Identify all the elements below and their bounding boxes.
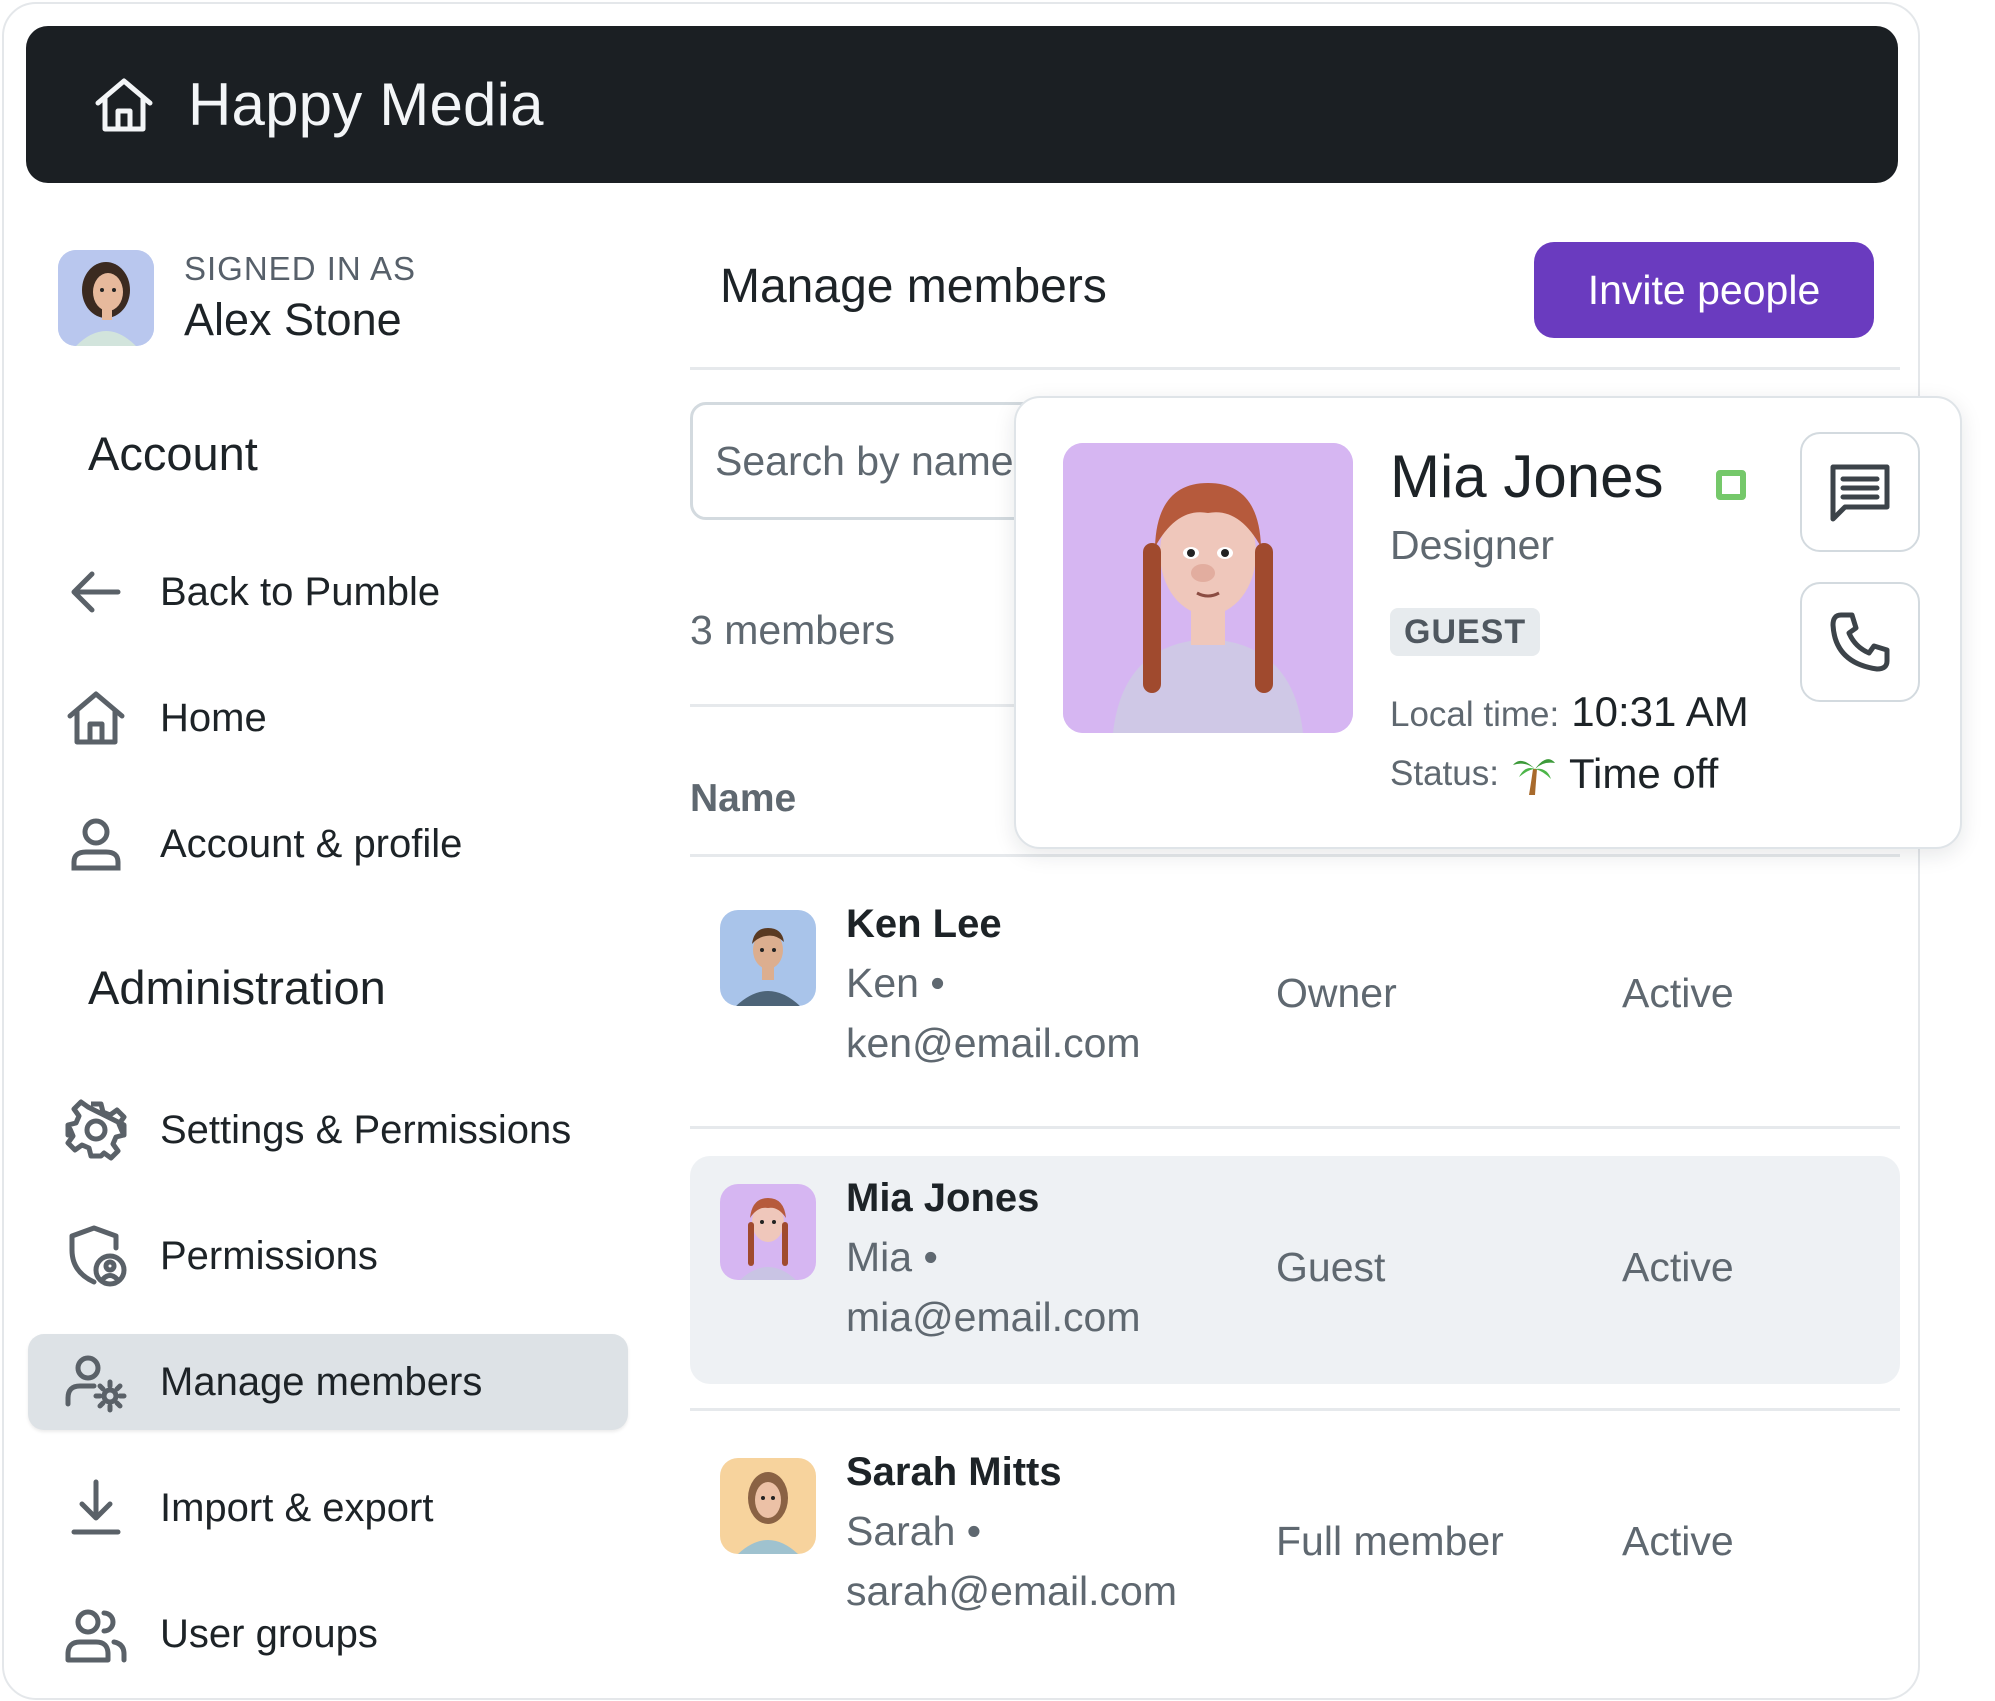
arrow-left-icon	[71, 571, 121, 613]
table-row[interactable]: Ken Lee Ken • ken@email.com Owner Active	[690, 882, 1900, 1110]
nav-home[interactable]: Home	[28, 670, 628, 766]
phone-icon	[1830, 612, 1890, 672]
nav-settings-permissions[interactable]: Settings & Permissions	[28, 1082, 628, 1178]
workspace-header: Happy Media	[26, 26, 1898, 183]
local-time-row: Local time: 10:31 AM	[1390, 688, 1749, 736]
signed-in-name: Alex Stone	[184, 294, 402, 345]
page-title: Manage members	[720, 260, 1107, 313]
member-status: Active	[1622, 970, 1734, 1016]
member-count: 3 members	[690, 607, 896, 653]
section-title-administration: Administration	[88, 961, 386, 1014]
home-icon	[95, 78, 153, 131]
member-display-name: Ken •	[846, 960, 945, 1006]
avatar	[720, 1184, 816, 1280]
status-value: Time off	[1568, 750, 1719, 797]
users-icon	[65, 1609, 127, 1663]
divider	[690, 854, 1900, 857]
home-icon	[67, 691, 125, 745]
presence-indicator	[1716, 470, 1746, 500]
avatar	[58, 250, 154, 346]
nav-label: Permissions	[160, 1233, 378, 1278]
table-row[interactable]: Sarah Mitts Sarah • sarah@email.com Full…	[690, 1430, 1900, 1658]
column-header-name: Name	[690, 777, 797, 820]
member-display-name: Mia •	[846, 1234, 938, 1280]
user-gear-icon	[65, 1355, 127, 1413]
nav-import-export[interactable]: Import & export	[28, 1460, 628, 1556]
nav-label: Settings & Permissions	[160, 1107, 572, 1152]
member-name: Sarah Mitts	[846, 1450, 1062, 1494]
nav-label: Import & export	[160, 1485, 434, 1530]
member-role: Guest	[1276, 1244, 1386, 1290]
signed-in-user: SIGNED IN AS Alex Stone	[58, 250, 416, 346]
palm-tree-icon	[1512, 759, 1555, 795]
member-name: Mia Jones	[846, 1176, 1040, 1220]
download-icon	[71, 1479, 121, 1535]
avatar	[720, 1458, 816, 1554]
table-row[interactable]: Mia Jones Mia • mia@email.com Guest Acti…	[690, 1156, 1900, 1384]
avatar	[720, 910, 816, 1006]
nav-label: Account & profile	[160, 821, 463, 866]
profile-card-popover: Mia Jones Designer GUEST Local time: 10:3…	[1014, 396, 1962, 849]
signed-in-caption: SIGNED IN AS	[184, 250, 417, 287]
gear-icon	[65, 1099, 127, 1161]
status-label: Status:	[1390, 754, 1499, 793]
member-email: mia@email.com	[846, 1294, 1141, 1340]
role-badge: GUEST	[1390, 608, 1541, 656]
workspace-title: Happy Media	[188, 71, 544, 138]
nav-user-groups[interactable]: User groups	[28, 1586, 628, 1682]
member-role: Full member	[1276, 1518, 1504, 1564]
nav-label: Back to Pumble	[160, 569, 441, 614]
nav-label: Home	[160, 695, 267, 740]
member-display-name: Sarah •	[846, 1508, 982, 1554]
divider	[690, 1126, 1900, 1129]
shield-user-icon	[69, 1225, 127, 1287]
nav-manage-members[interactable]: Manage members	[28, 1334, 628, 1430]
status-row: Status: Time off	[1390, 750, 1718, 798]
member-status: Active	[1622, 1244, 1734, 1290]
nav-label: User groups	[160, 1611, 378, 1656]
member-email: ken@email.com	[846, 1020, 1141, 1066]
call-button[interactable]	[1800, 582, 1920, 702]
profile-name: Mia Jones	[1390, 443, 1664, 510]
nav-back-to-pumble[interactable]: Back to Pumble	[28, 544, 628, 640]
app-window: Happy Media SIGNED IN AS Alex Stone Acco…	[2, 2, 1920, 1700]
member-role: Owner	[1276, 970, 1397, 1016]
message-button[interactable]	[1800, 432, 1920, 552]
nav-label: Manage members	[160, 1359, 483, 1404]
invite-people-button[interactable]: Invite people	[1534, 242, 1874, 338]
nav-account-profile[interactable]: Account & profile	[28, 796, 628, 892]
message-icon	[1830, 464, 1890, 522]
divider	[690, 1408, 1900, 1411]
nav-permissions[interactable]: Permissions	[28, 1208, 628, 1304]
section-title-account: Account	[88, 427, 258, 480]
profile-avatar	[1063, 443, 1353, 733]
user-icon	[71, 818, 121, 871]
member-email: sarah@email.com	[846, 1568, 1178, 1614]
member-status: Active	[1622, 1518, 1734, 1564]
local-time-value: 10:31 AM	[1571, 688, 1749, 735]
divider	[690, 367, 1900, 370]
member-name: Ken Lee	[846, 902, 1002, 946]
local-time-label: Local time:	[1390, 695, 1560, 734]
profile-title: Designer	[1390, 522, 1555, 568]
